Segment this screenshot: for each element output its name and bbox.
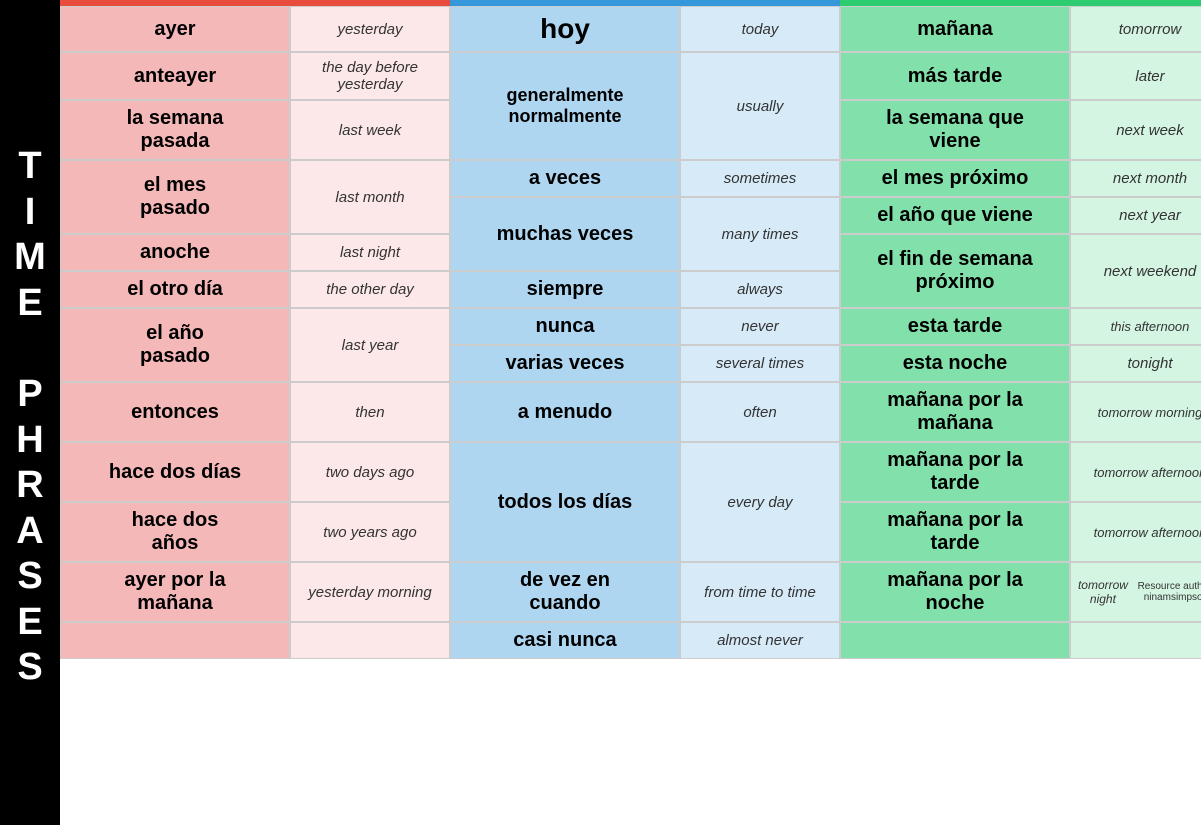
cell-future-en-11: tomorrow afternoon [1070,442,1201,502]
cell-future-sp-11: mañana por latarde [840,442,1070,502]
cell-present-sp-1: hoy [450,6,680,52]
side-letter-E: E [17,600,42,646]
side-letter-S2: S [17,645,42,691]
cell-future-sp-10: mañana por lamañana [840,382,1070,442]
side-letter-T: T [18,144,41,190]
cell-past-en-12: two years ago [290,502,450,562]
cell-future-en-6: next weekend [1070,234,1201,308]
cell-present-en-2: usually [680,52,840,160]
cell-past-en-11: two days ago [290,442,450,502]
cell-present-en-11: every day [680,442,840,562]
cell-present-en-7: always [680,271,840,308]
cell-future-sp-2: más tarde [840,52,1070,100]
cell-past-sp-3: la semanapasada [60,100,290,160]
side-letter-space [25,326,36,372]
cell-present-sp-2: generalmentenormalmente [450,52,680,160]
cell-future-en-4: next month [1070,160,1201,197]
cell-present-sp-9: varias veces [450,345,680,382]
cell-present-en-5: many times [680,197,840,271]
cell-present-sp-5: muchas veces [450,197,680,271]
cell-past-en-14 [290,622,450,659]
cell-past-sp-8: el añopasado [60,308,290,382]
cell-future-sp-4: el mes próximo [840,160,1070,197]
side-letter-S: S [17,554,42,600]
cell-present-sp-8: nunca [450,308,680,345]
cell-present-en-8: never [680,308,840,345]
cell-past-sp-4: el mespasado [60,160,290,234]
cell-past-en-4: last month [290,160,450,234]
cell-future-en-9: tonight [1070,345,1201,382]
vocab-grid: ayer yesterday hoy today mañana tomorrow… [60,6,1201,659]
cell-past-en-10: then [290,382,450,442]
cell-present-en-4: sometimes [680,160,840,197]
cell-future-sp-12: mañana por latarde [840,502,1070,562]
cell-future-sp-6: el fin de semanapróximo [840,234,1070,308]
cell-past-sp-12: hace dosaños [60,502,290,562]
cell-past-sp-1: ayer [60,6,290,52]
cell-past-en-2: the day before yesterday [290,52,450,100]
side-letter-A: A [16,509,43,555]
cell-future-sp-8: esta tarde [840,308,1070,345]
main-container: T I M E P H R A S E S ayer yesterday hoy… [0,0,1201,825]
cell-past-sp-14 [60,622,290,659]
cell-present-sp-11: todos los días [450,442,680,562]
side-label: T I M E P H R A S E S [0,0,60,825]
side-letter-R: R [16,463,43,509]
cell-future-sp-1: mañana [840,6,1070,52]
side-letter-I: I [25,190,36,236]
cell-future-sp-13: mañana por lanoche [840,562,1070,622]
cell-present-sp-4: a veces [450,160,680,197]
cell-past-sp-13: ayer por lamañana [60,562,290,622]
cell-future-en-1: tomorrow [1070,6,1201,52]
cell-past-en-1: yesterday [290,6,450,52]
grid-wrapper: ayer yesterday hoy today mañana tomorrow… [60,6,1201,825]
table-area: ayer yesterday hoy today mañana tomorrow… [60,0,1201,825]
cell-future-en-8: this afternoon [1070,308,1201,345]
cell-past-en-8: last year [290,308,450,382]
cell-future-sp-9: esta noche [840,345,1070,382]
side-letter-M: M [14,235,46,281]
cell-future-sp-5: el año que viene [840,197,1070,234]
cell-future-en-10: tomorrow morning [1070,382,1201,442]
cell-past-en-6: last night [290,234,450,271]
cell-future-en-13: tomorrow nightResource author: ninamsimp… [1070,562,1201,622]
cell-present-en-1: today [680,6,840,52]
side-letter-H: H [16,418,43,464]
cell-future-en-5: next year [1070,197,1201,234]
cell-future-sp-14 [840,622,1070,659]
cell-future-en-14 [1070,622,1201,659]
cell-past-sp-6: anoche [60,234,290,271]
cell-present-sp-10: a menudo [450,382,680,442]
side-letter-P: P [17,372,42,418]
cell-future-en-12: tomorrow afternoon [1070,502,1201,562]
side-letter-E: E [17,281,42,327]
cell-present-sp-13: de vez encuando [450,562,680,622]
cell-future-en-2: later [1070,52,1201,100]
cell-future-sp-3: la semana queviene [840,100,1070,160]
cell-past-en-13: yesterday morning [290,562,450,622]
cell-future-en-3: next week [1070,100,1201,160]
cell-present-sp-7: siempre [450,271,680,308]
cell-past-sp-7: el otro día [60,271,290,308]
cell-past-en-7: the other day [290,271,450,308]
cell-past-en-3: last week [290,100,450,160]
cell-past-sp-2: anteayer [60,52,290,100]
cell-past-sp-10: entonces [60,382,290,442]
cell-present-en-14: almost never [680,622,840,659]
cell-present-en-10: often [680,382,840,442]
cell-past-sp-11: hace dos días [60,442,290,502]
cell-present-en-13: from time to time [680,562,840,622]
cell-present-en-9: several times [680,345,840,382]
cell-present-sp-14: casi nunca [450,622,680,659]
